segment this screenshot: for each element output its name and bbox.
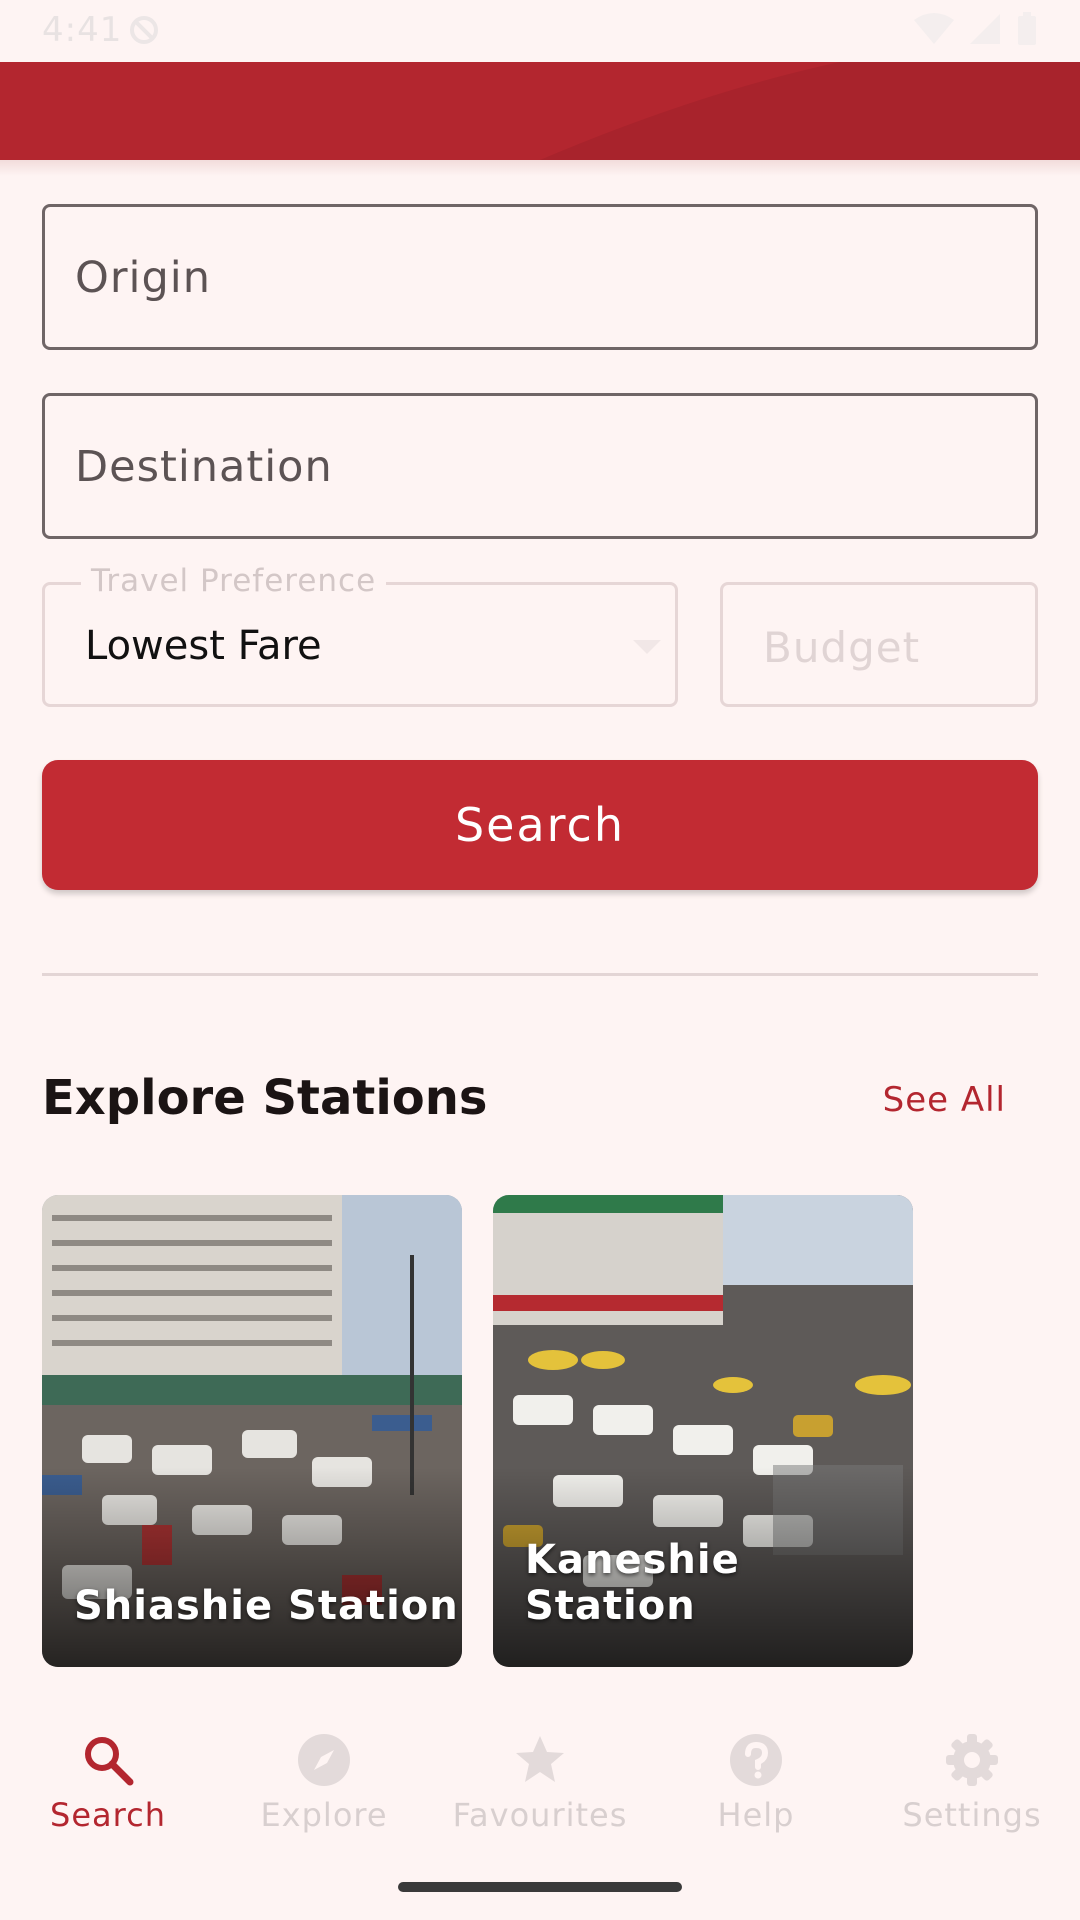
- wifi-icon: [914, 13, 954, 44]
- status-time: 4:41: [42, 10, 123, 50]
- station-card-shiashie[interactable]: Shiashie Station: [42, 1195, 462, 1667]
- nav-help[interactable]: Help: [648, 1710, 864, 1850]
- travel-preference-value: Lowest Fare: [85, 623, 322, 669]
- signal-icon: [970, 14, 1000, 44]
- station-card-kaneshie[interactable]: Kaneshie Station: [493, 1195, 913, 1667]
- status-icons: [914, 12, 1038, 46]
- dnd-icon: [130, 16, 158, 44]
- app-bar: [0, 62, 1080, 160]
- nav-search[interactable]: Search: [0, 1710, 216, 1850]
- nav-label: Favourites: [452, 1796, 628, 1834]
- nav-settings[interactable]: Settings: [864, 1710, 1080, 1850]
- nav-explore[interactable]: Explore: [216, 1710, 432, 1850]
- nav-label: Explore: [260, 1796, 388, 1834]
- search-icon: [85, 1737, 134, 1786]
- dropdown-arrow-icon: [633, 640, 661, 654]
- station-name: Kaneshie Station: [525, 1537, 740, 1629]
- battery-icon: [1018, 12, 1036, 45]
- app-bar-shadow: [0, 160, 1080, 176]
- travel-preference-select[interactable]: Travel Preference Lowest Fare: [42, 563, 678, 707]
- nav-label: Settings: [902, 1796, 1042, 1834]
- nav-favourites[interactable]: Favourites: [432, 1710, 648, 1850]
- station-name: Shiashie Station: [74, 1583, 459, 1629]
- divider: [42, 973, 1038, 976]
- explore-stations-title: Explore Stations: [42, 1070, 488, 1126]
- app-bar-decoration: [540, 62, 1080, 160]
- see-all-link[interactable]: See All: [883, 1080, 1006, 1120]
- nav-label: Search: [50, 1796, 166, 1834]
- status-bar: 4:41: [0, 0, 1080, 62]
- budget-input[interactable]: Budget: [720, 582, 1038, 707]
- star-icon: [516, 1736, 564, 1782]
- card-gradient: [42, 1467, 462, 1667]
- origin-placeholder: Origin: [75, 253, 211, 303]
- travel-preference-label: Travel Preference: [81, 563, 387, 599]
- bottom-navigation: Search Explore Favourites Help Settings: [0, 1710, 1080, 1850]
- help-icon: [730, 1734, 782, 1786]
- nav-label: Help: [717, 1796, 795, 1834]
- home-indicator[interactable]: [398, 1882, 682, 1892]
- gear-icon: [946, 1734, 998, 1786]
- origin-input[interactable]: Origin: [42, 204, 1038, 350]
- budget-placeholder: Budget: [763, 623, 921, 672]
- destination-input[interactable]: Destination: [42, 393, 1038, 539]
- compass-icon: [298, 1734, 350, 1786]
- search-button[interactable]: Search: [42, 760, 1038, 890]
- destination-placeholder: Destination: [75, 442, 333, 492]
